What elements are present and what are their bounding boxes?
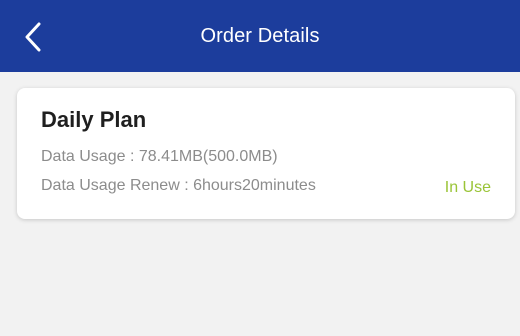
page-title: Order Details — [200, 24, 320, 47]
app-header: Order Details — [0, 0, 520, 72]
plan-name: Daily Plan — [41, 107, 147, 132]
status-badge: In Use — [444, 179, 491, 196]
back-button[interactable] — [18, 20, 48, 54]
order-card: Daily Plan Data Usage : 78.41MB(500.0MB)… — [17, 88, 515, 219]
data-usage-renew-text: Data Usage Renew : 6hours20minutes — [41, 177, 316, 194]
chevron-left-icon — [24, 22, 42, 52]
data-usage-text: Data Usage : 78.41MB(500.0MB) — [41, 148, 278, 165]
